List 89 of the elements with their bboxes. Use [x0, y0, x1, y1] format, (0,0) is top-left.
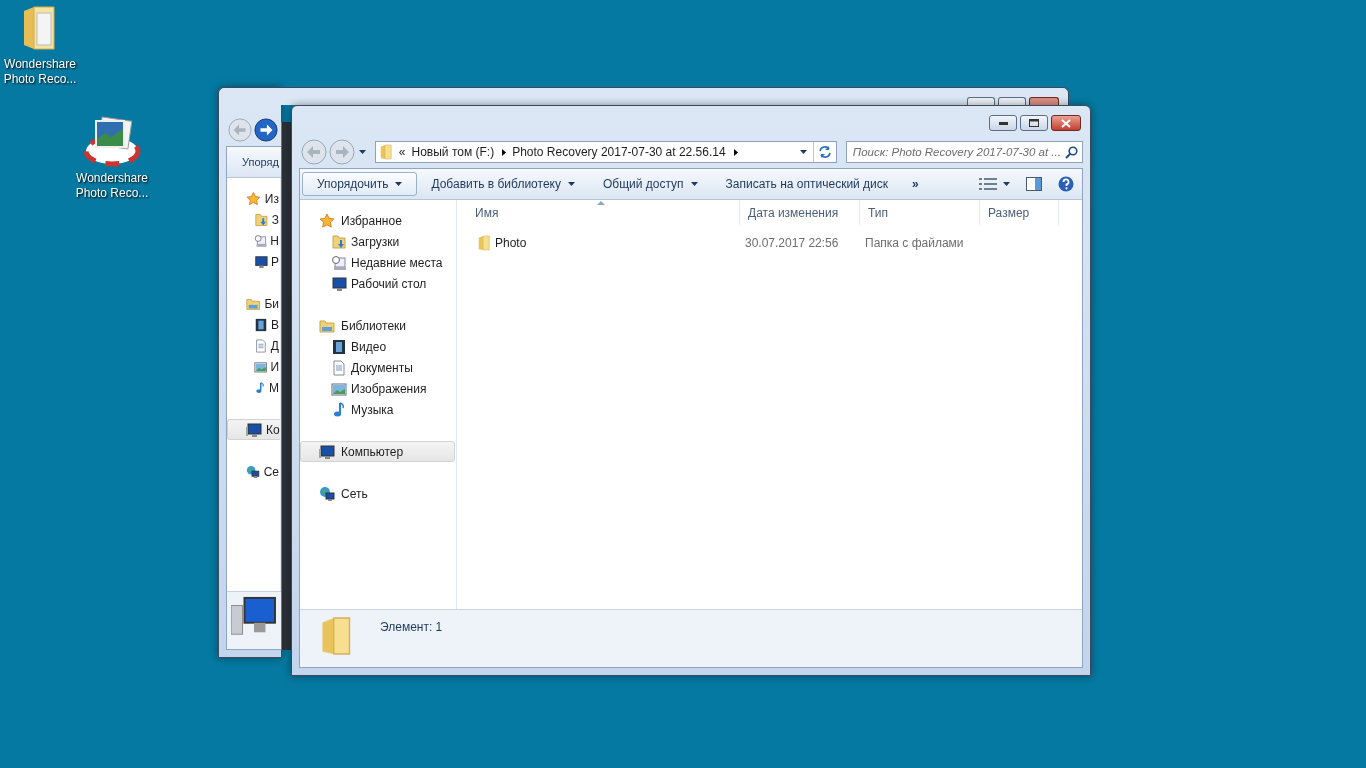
star-icon — [246, 190, 261, 207]
caret-icon — [395, 182, 403, 186]
navigation-item[interactable]: Би — [227, 293, 280, 314]
close-button[interactable] — [1051, 115, 1081, 131]
maximize-button[interactable] — [998, 97, 1026, 105]
toolbar-button[interactable]: Общий доступ — [588, 172, 712, 196]
type-cell-text: Папка с файлами — [864, 235, 965, 250]
close-button[interactable] — [1029, 97, 1059, 105]
column-header[interactable]: Размер — [980, 200, 1059, 225]
navigation-item[interactable]: М — [227, 377, 280, 398]
address-bar[interactable]: « Новый том (F:) Photo Recovery 2017-07-30 at 22.56.14 — [374, 141, 837, 163]
star-icon — [319, 212, 335, 229]
navigation-item[interactable]: Документы — [300, 357, 456, 378]
minimize-icon — [998, 121, 1008, 125]
maximize-button[interactable] — [1020, 115, 1048, 131]
monitor-icon — [331, 275, 347, 292]
navigation-item[interactable]: Из — [227, 188, 280, 209]
file-name-cell[interactable]: Photo — [467, 234, 740, 251]
clock-document-icon — [331, 254, 347, 271]
navigation-item[interactable]: В — [227, 314, 280, 335]
navigation-item[interactable]: З — [227, 209, 280, 230]
close-icon — [1061, 118, 1071, 128]
desktop-icon-label[interactable]: Wondershare Photo Reco... — [0, 57, 80, 87]
navigation-item[interactable]: Ко — [227, 419, 280, 440]
more-button[interactable]: » — [902, 177, 943, 191]
monitor-icon — [254, 253, 268, 270]
desktop-icon-label[interactable]: Wondershare Photo Reco... — [72, 171, 152, 201]
help-icon[interactable] — [1058, 176, 1074, 192]
navigation-item[interactable]: Рабочий стол — [300, 273, 456, 294]
document-icon — [331, 359, 347, 376]
caret-icon — [567, 182, 575, 186]
navigation-item[interactable]: Компьютер — [300, 441, 455, 462]
file-name[interactable]: Photo — [495, 235, 527, 250]
view-options-icon[interactable] — [979, 178, 997, 190]
computer-icon — [246, 421, 262, 438]
document-icon — [254, 337, 268, 354]
toolbar-button[interactable]: Упорядочить — [302, 172, 418, 196]
music-note-icon — [331, 401, 347, 418]
overflow-mark[interactable]: « — [398, 145, 406, 159]
computer-icon — [319, 443, 335, 460]
breadcrumb[interactable]: Photo Recovery 2017-07-30 at 22.56.14 — [512, 145, 726, 159]
navigation-item[interactable]: Н — [227, 230, 280, 251]
navigation-item[interactable]: Библиотеки — [300, 315, 456, 336]
music-note-icon — [254, 379, 266, 396]
arrow-icon[interactable] — [502, 148, 507, 156]
breadcrumb[interactable]: Новый том (F:) — [411, 145, 495, 159]
forward-button[interactable] — [254, 118, 278, 142]
download-folder-icon — [331, 233, 347, 250]
folder-icon — [477, 234, 491, 251]
navigation-item[interactable]: Музыка — [300, 399, 456, 420]
toolbar-button[interactable]: Добавить в библиотеку — [417, 172, 589, 196]
picture-icon — [331, 380, 347, 397]
navigation-item[interactable]: И — [227, 356, 280, 377]
search-field[interactable]: Поиск: Photo Recovery 2017-07-30 at ... — [845, 141, 1083, 163]
date-cell-text: 30.07.2017 22:56 — [744, 235, 840, 250]
maximize-icon — [1029, 119, 1039, 127]
preview-pane-icon[interactable] — [1026, 177, 1042, 191]
globe-computer-icon — [319, 485, 335, 502]
film-icon — [254, 316, 268, 333]
minimize-button[interactable] — [967, 97, 995, 105]
arrow-icon[interactable] — [733, 148, 738, 156]
clock-document-icon — [254, 232, 268, 249]
column-header[interactable]: Тип — [860, 200, 980, 225]
caret-icon — [690, 182, 698, 186]
navigation-item[interactable]: Д — [227, 335, 280, 356]
download-folder-icon — [254, 211, 269, 228]
navigation-item[interactable]: Видео — [300, 336, 456, 357]
dropdown-caret-icon — [799, 150, 807, 154]
navigation-item[interactable]: Загрузки — [300, 231, 456, 252]
column-header[interactable]: Дата изменения — [740, 200, 860, 225]
library-folder-icon — [319, 317, 335, 334]
navigation-item[interactable]: Се — [227, 461, 280, 482]
item-count: Элемент: 1 — [380, 620, 443, 634]
refresh-icon[interactable] — [817, 145, 832, 159]
navigation-item[interactable]: Недавние места — [300, 252, 456, 273]
history-caret-icon — [359, 150, 366, 154]
globe-computer-icon — [246, 463, 260, 480]
minimize-button[interactable] — [989, 115, 1017, 131]
column-header[interactable]: Имя — [467, 200, 740, 225]
caret-icon — [1003, 182, 1010, 186]
toolbar-button[interactable]: Записать на оптический диск — [711, 172, 903, 196]
navigation-item[interactable]: Р — [227, 251, 280, 272]
navigation-item[interactable]: Изображения — [300, 378, 456, 399]
computer-icon — [231, 596, 277, 638]
folder-icon — [378, 144, 393, 160]
navigation-item[interactable]: Сеть — [300, 483, 456, 504]
film-icon — [331, 338, 347, 355]
navigation-item[interactable]: Избранное — [300, 210, 456, 231]
search-icon[interactable] — [1065, 145, 1078, 159]
